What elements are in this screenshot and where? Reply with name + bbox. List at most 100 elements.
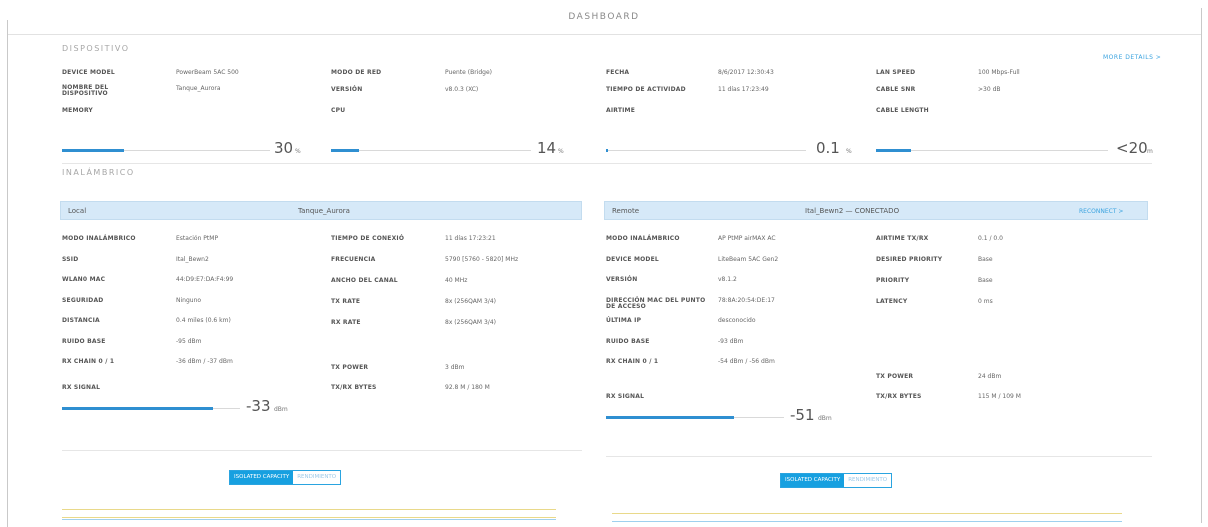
cpu-bar-track xyxy=(331,150,531,151)
wireless-section-title: INALÁMBRICO xyxy=(62,168,135,177)
remote-field-b-value-3: 0 ms xyxy=(978,298,993,305)
uptime-label: TIEMPO DE ACTIVIDAD xyxy=(606,86,686,93)
local-field-b-value-4: 8x (256QAM 3/4) xyxy=(445,319,496,326)
remote-header-device-name: Ital_Bewn2 — CONECTADO xyxy=(805,207,900,215)
device-model-value: PowerBeam 5AC 500 xyxy=(176,69,239,76)
remote-field-label-4: ÚLTIMA IP xyxy=(606,317,642,324)
local-chart-divider xyxy=(62,450,582,451)
frame-left-edge xyxy=(7,20,8,527)
scrollbar[interactable] xyxy=(1201,8,1202,523)
remote-field-value-1: LiteBeam 5AC Gen2 xyxy=(718,255,779,263)
remote-field-value-6: -54 dBm / -56 dBm xyxy=(718,358,775,365)
local-isolated-capacity-tab[interactable]: ISOLATED CAPACITY xyxy=(230,471,294,484)
local-field-value-5: -95 dBm xyxy=(176,337,202,345)
memory-unit: % xyxy=(295,148,301,155)
page-title: DASHBOARD xyxy=(568,12,640,22)
remote-rx-signal-label: RX SIGNAL xyxy=(606,393,645,400)
local-rx-signal-unit: dBm xyxy=(274,406,288,413)
local-field-value-1: Ital_Bewn2 xyxy=(176,255,209,263)
device-name-label: NOMBRE DEL DISPOSITIVO xyxy=(62,84,109,97)
local-txrx-bytes-value: 92.8 M / 180 M xyxy=(445,384,490,391)
remote-field-b-label-0: AIRTIME TX/RX xyxy=(876,235,929,242)
date-label: FECHA xyxy=(606,69,630,76)
remote-isolated-capacity-tab[interactable]: ISOLATED CAPACITY xyxy=(781,474,845,487)
local-field-b-value-0: 11 días 17:23:21 xyxy=(445,235,496,242)
memory-label: MEMORY xyxy=(62,107,93,114)
remote-rx-signal-unit: dBm xyxy=(818,415,832,422)
local-field-b-value-1: 5790 [5760 - 5820] MHz xyxy=(445,256,519,263)
memory-value: 30 xyxy=(274,139,294,157)
remote-field-label-2: VERSIÓN xyxy=(606,276,638,283)
reconnect-link[interactable]: RECONNECT > xyxy=(1079,208,1123,215)
airtime-bar-track xyxy=(606,150,806,151)
local-txrx-bytes-label: TX/RX BYTES xyxy=(331,384,377,391)
local-throughput-tab[interactable]: RENDIMIENTO xyxy=(293,471,341,484)
remote-field-label-1: DEVICE MODEL xyxy=(606,255,659,263)
local-field-b-value-2: 40 MHz xyxy=(445,277,468,284)
remote-field-label-5: RUIDO BASE xyxy=(606,337,650,345)
local-field-label-4: DISTANCIA xyxy=(62,317,100,324)
local-field-b-label-0: TIEMPO DE CONEXIÓ xyxy=(331,235,405,242)
local-field-b-label-2: ANCHO DEL CANAL xyxy=(331,277,398,284)
airtime-value: 0.1 xyxy=(816,139,840,157)
cable-snr-value: >30 dB xyxy=(978,86,1001,93)
cpu-unit: % xyxy=(558,148,564,155)
device-section-title: DISPOSITIVO xyxy=(62,44,130,53)
local-tx-power-label: TX POWER xyxy=(331,364,369,371)
memory-bar-fill xyxy=(62,149,124,152)
remote-rx-signal-value: -51 xyxy=(790,406,815,424)
airtime-label: AIRTIME xyxy=(606,107,636,114)
remote-field-value-3: 78:8A:20:54:DE:17 xyxy=(718,296,775,304)
local-field-value-0: Estación PtMP xyxy=(176,235,219,242)
local-field-value-6: -36 dBm / -37 dBm xyxy=(176,358,233,365)
airtime-bar-fill xyxy=(606,149,608,152)
remote-field-label-6: RX CHAIN 0 / 1 xyxy=(606,358,659,365)
device-name-value: Tanque_Aurora xyxy=(176,85,221,92)
local-field-label-1: SSID xyxy=(62,255,79,263)
cpu-value: 14 xyxy=(537,139,557,157)
remote-txrx-bytes-label: TX/RX BYTES xyxy=(876,393,922,400)
remote-field-label-3: DIRECCIÓN MAC DEL PUNTO DE ACCESO xyxy=(606,296,706,310)
remote-field-b-value-0: 0.1 / 0.0 xyxy=(978,235,1003,242)
cable-length-label: CABLE LENGTH xyxy=(876,107,929,114)
local-header-label: Local xyxy=(68,207,87,215)
uptime-value: 11 días 17:23:49 xyxy=(718,86,769,93)
remote-field-b-label-2: PRIORITY xyxy=(876,277,910,284)
remote-chart-divider xyxy=(606,456,1152,457)
remote-header-label: Remote xyxy=(612,207,640,215)
network-mode-label: MODO DE RED xyxy=(331,69,382,76)
local-field-value-3: Ninguno xyxy=(176,296,202,304)
version-label: VERSIÓN xyxy=(331,86,363,93)
remote-throughput-tab[interactable]: RENDIMIENTO xyxy=(844,474,892,487)
remote-field-b-value-2: Base xyxy=(978,277,993,284)
remote-field-value-5: -93 dBm xyxy=(718,337,744,345)
local-rx-signal-label: RX SIGNAL xyxy=(62,384,101,391)
remote-tx-power-value: 24 dBm xyxy=(978,373,1002,380)
device-model-label: DEVICE MODEL xyxy=(62,69,115,76)
remote-field-value-4: desconocido xyxy=(718,317,756,324)
local-field-b-label-4: RX RATE xyxy=(331,319,361,326)
airtime-unit: % xyxy=(846,148,852,155)
version-value: v8.0.3 (XC) xyxy=(445,86,479,93)
cpu-label: CPU xyxy=(331,107,346,114)
local-field-label-2: WLAN0 MAC xyxy=(62,276,106,283)
device-section-divider xyxy=(62,163,1152,164)
remote-chart-series-blue xyxy=(612,521,1122,522)
cpu-bar-fill xyxy=(331,149,359,152)
cable-snr-label: CABLE SNR xyxy=(876,86,916,93)
lan-speed-value: 100 Mbps-Full xyxy=(978,69,1020,76)
local-field-label-0: MODO INALÁMBRICO xyxy=(62,235,136,242)
remote-rx-signal-fill xyxy=(606,416,734,419)
cable-length-value: <20 xyxy=(1116,139,1148,157)
local-chart-series-yellow xyxy=(62,509,556,510)
remote-panel-header: Remote Ital_Bewn2 — CONECTADO RECONNECT … xyxy=(604,201,1148,220)
more-details-link[interactable]: MORE DETAILS > xyxy=(1103,54,1161,61)
local-panel-header: Local Tanque_Aurora xyxy=(60,201,582,220)
local-field-label-3: SEGURIDAD xyxy=(62,296,104,304)
cable-length-bar-fill xyxy=(876,149,911,152)
remote-chart-series-yellow xyxy=(612,513,1122,514)
local-field-value-4: 0.4 miles (0.6 km) xyxy=(176,317,231,324)
lan-speed-label: LAN SPEED xyxy=(876,69,916,76)
remote-field-label-0: MODO INALÁMBRICO xyxy=(606,235,680,242)
local-field-b-label-3: TX RATE xyxy=(331,298,361,305)
